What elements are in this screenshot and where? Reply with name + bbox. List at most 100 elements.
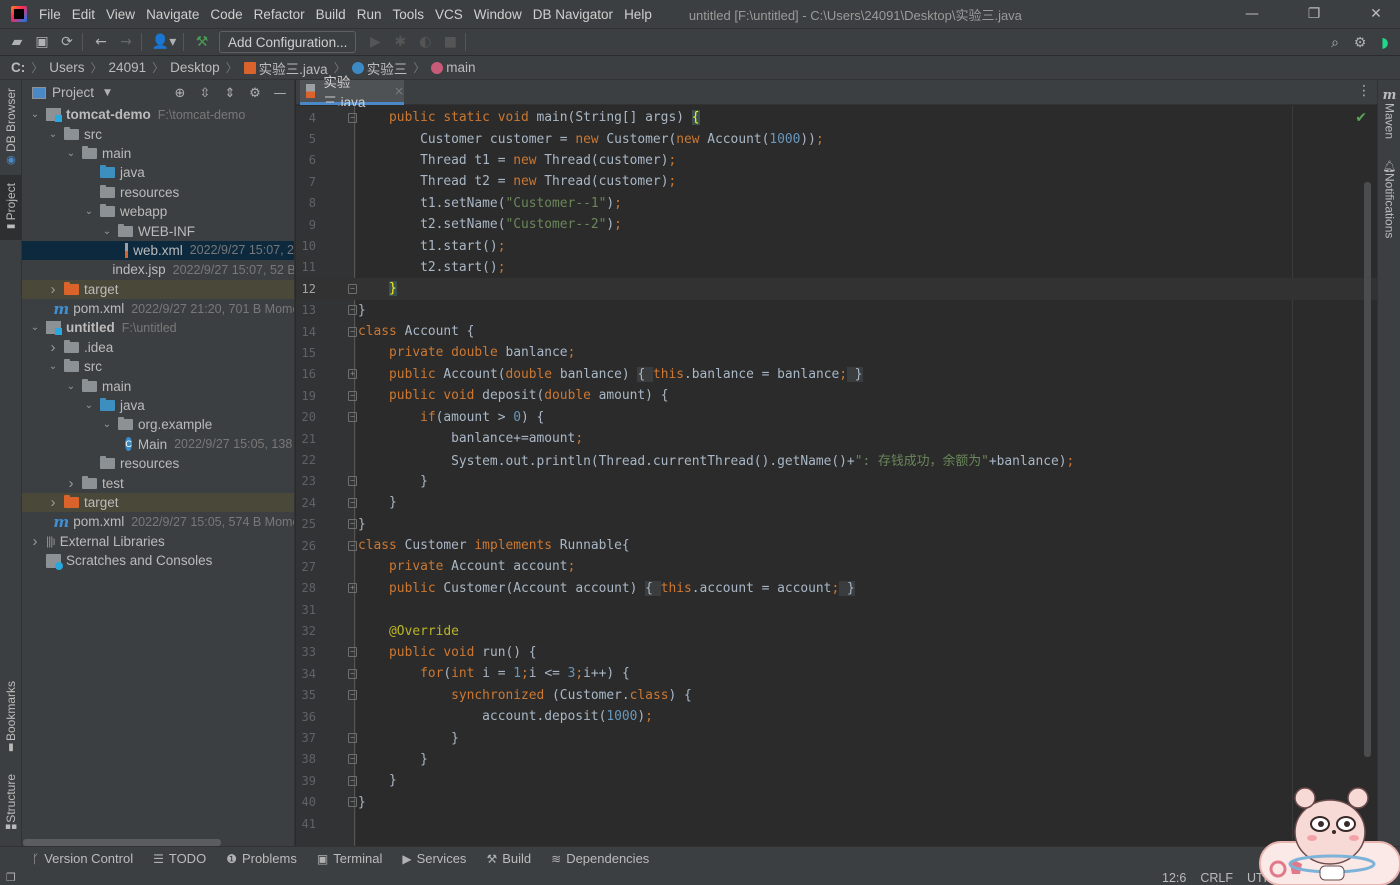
code-line[interactable]: 39 − } [296, 770, 1377, 791]
chevron-right-icon[interactable]: › [46, 281, 60, 298]
panel-title[interactable]: Project [52, 85, 94, 100]
user-icon[interactable]: 👤▾ [149, 31, 179, 53]
horizontal-scrollbar[interactable] [23, 839, 221, 846]
sync-icon[interactable]: ⟳ [56, 31, 78, 53]
toggle-tool-windows-icon[interactable]: ❐ [6, 871, 16, 884]
code-line[interactable]: 26 − class Customer implements Runnable{ [296, 535, 1377, 556]
menu-db-navigator[interactable]: DB Navigator [533, 7, 613, 22]
tree-item[interactable]: ›web.xml2022/9/27 15:07, 2 [22, 240, 294, 261]
fold-collapse-icon[interactable]: − [348, 112, 357, 123]
fold-collapse-icon[interactable]: − [348, 733, 357, 744]
tree-item[interactable]: ⌄ src [22, 357, 294, 376]
code-line[interactable]: 25 −} [296, 513, 1377, 534]
gear-icon[interactable]: ⚙ [1349, 32, 1371, 54]
code-line[interactable]: 24 − } [296, 492, 1377, 513]
code-with-me-icon[interactable]: ◗ [1374, 32, 1396, 54]
tree-item[interactable]: ›index.jsp2022/9/27 15:07, 52 B [22, 260, 294, 279]
fold-collapse-icon[interactable]: − [348, 390, 357, 401]
code-area[interactable]: 4 − public static void main(String[] args… [296, 107, 1377, 834]
menu-file[interactable]: File [39, 7, 61, 22]
tree-item[interactable]: ⌄ untitled F:\untitled [22, 318, 294, 337]
fold-collapse-icon[interactable]: − [348, 519, 357, 530]
chevron-right-icon[interactable]: › [28, 533, 42, 550]
tab-java-file[interactable]: 实验三.java × [300, 75, 404, 110]
fold-collapse-icon[interactable]: − [348, 412, 357, 423]
tree-item[interactable]: ›mpom.xml2022/9/27 21:20, 701 B Moment [22, 299, 294, 318]
chevron-right-icon[interactable]: › [46, 494, 60, 511]
code-line[interactable]: 20 − if(amount > 0) { [296, 406, 1377, 427]
expand-all-icon[interactable]: ⇳ [195, 83, 215, 103]
breadcrumb-item[interactable]: Desktop [170, 60, 220, 75]
tree-item[interactable]: ⌄ java [22, 396, 294, 415]
open-folder-icon[interactable]: ▰ [6, 31, 28, 53]
code-line[interactable]: 19 − public void deposit(double amount) { [296, 385, 1377, 406]
search-icon[interactable]: ⌕ [1324, 32, 1346, 54]
collapse-all-icon[interactable]: ⇕ [220, 83, 240, 103]
fold-collapse-icon[interactable]: − [348, 754, 357, 765]
maven-tab[interactable]: m Maven [1378, 88, 1400, 139]
desktop-pet-mascot[interactable] [1258, 772, 1400, 885]
fold-collapse-icon[interactable]: − [348, 668, 357, 679]
tool-todo[interactable]: ☰ TODO [153, 851, 206, 866]
structure-tab[interactable]: Structure ▪▪ [0, 768, 22, 838]
code-line[interactable]: 7 Thread t2 = new Thread(customer); [296, 171, 1377, 192]
tree-item[interactable]: › target [22, 279, 294, 299]
chevron-down-icon[interactable]: ⌄ [28, 109, 42, 120]
tree-item[interactable]: › test [22, 473, 294, 492]
fold-collapse-icon[interactable]: − [348, 283, 357, 294]
caret-position[interactable]: 12:6 [1162, 871, 1186, 885]
tree-item[interactable]: ⌄ src [22, 124, 294, 143]
code-line[interactable]: 38 − } [296, 749, 1377, 770]
no-problems-check-icon[interactable]: ✔ [1355, 110, 1367, 126]
code-line[interactable]: 37 − } [296, 727, 1377, 748]
run-icon[interactable]: ▶ [364, 31, 386, 53]
debug-icon[interactable]: ✱ [389, 31, 411, 53]
menu-tools[interactable]: Tools [392, 7, 424, 22]
db-browser-tab[interactable]: DB Browser ◉ [0, 86, 22, 168]
tool-terminal[interactable]: ▣ Terminal [317, 851, 382, 866]
tree-item[interactable]: ⌄ main [22, 376, 294, 395]
code-line[interactable]: 15 private double banlance; [296, 342, 1377, 363]
fold-collapse-icon[interactable]: − [348, 497, 357, 508]
tree-item[interactable]: ⌄ main [22, 144, 294, 163]
code-line[interactable]: 11 t2.start(); [296, 257, 1377, 278]
code-line[interactable]: 12 − } [296, 278, 1377, 300]
hide-icon[interactable]: — [270, 83, 290, 103]
chevron-down-icon[interactable]: ⌄ [28, 322, 42, 333]
code-line[interactable]: 31 [296, 599, 1377, 620]
chevron-right-icon[interactable]: › [64, 475, 78, 492]
code-line[interactable]: 36 account.deposit(1000); [296, 706, 1377, 727]
tool-build[interactable]: ⚒ Build [486, 851, 531, 866]
tree-item[interactable]: ›java [22, 163, 294, 182]
chevron-down-icon[interactable]: ⌄ [100, 226, 114, 237]
tree-item[interactable]: ⌄ tomcat-demo F:\tomcat-demo [22, 105, 294, 124]
code-line[interactable]: 6 Thread t1 = new Thread(customer); [296, 150, 1377, 171]
menu-build[interactable]: Build [316, 7, 346, 22]
menu-run[interactable]: Run [357, 7, 382, 22]
menu-edit[interactable]: Edit [72, 7, 95, 22]
code-line[interactable]: 33 − public void run() { [296, 642, 1377, 663]
tool-services[interactable]: ▶ Services [402, 851, 466, 866]
code-line[interactable]: 28 + public Customer(Account account) { t… [296, 578, 1377, 599]
breadcrumb-item[interactable]: Users [49, 60, 84, 75]
code-line[interactable]: 40 −} [296, 792, 1377, 813]
code-line[interactable]: 32 @Override [296, 620, 1377, 641]
locate-icon[interactable]: ⊕ [170, 83, 190, 103]
add-configuration-button[interactable]: Add Configuration... [219, 31, 357, 53]
chevron-down-icon[interactable]: ⌄ [100, 419, 114, 430]
fold-collapse-icon[interactable]: − [348, 305, 357, 316]
fold-collapse-icon[interactable]: − [348, 476, 357, 487]
menu-navigate[interactable]: Navigate [146, 7, 199, 22]
breadcrumb-item[interactable]: 24091 [109, 60, 147, 75]
tree-item[interactable]: ›Scratches and Consoles [22, 551, 294, 570]
gear-icon[interactable]: ⚙ [245, 83, 265, 103]
code-line[interactable]: 10 t1.start(); [296, 235, 1377, 256]
code-line[interactable]: 34 − for(int i = 1;i <= 3;i++) { [296, 663, 1377, 684]
code-line[interactable]: 35 − synchronized (Customer.class) { [296, 685, 1377, 706]
bookmarks-tab[interactable]: Bookmarks ▮ [0, 678, 22, 756]
tree-item[interactable]: ›mpom.xml2022/9/27 15:05, 574 B Moment [22, 512, 294, 531]
chevron-down-icon[interactable]: ⌄ [82, 206, 96, 217]
save-icon[interactable]: ▣ [31, 31, 53, 53]
code-line[interactable]: 4 − public static void main(String[] args… [296, 107, 1377, 128]
tool-problems[interactable]: ❶ Problems [226, 851, 297, 866]
